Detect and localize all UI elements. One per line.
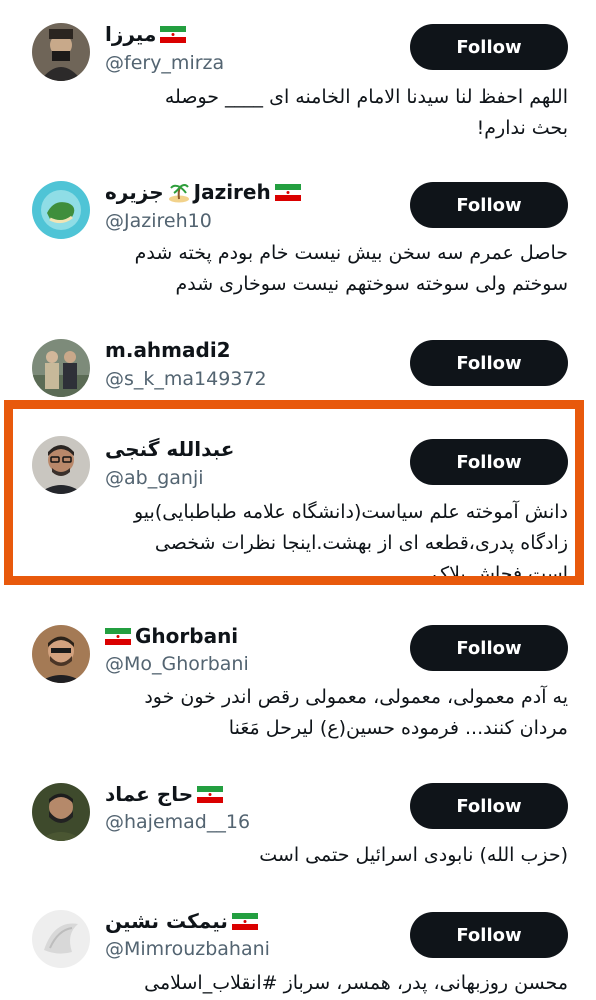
user-name[interactable]: Ghorbani — [105, 624, 238, 648]
avatar[interactable] — [32, 339, 90, 397]
avatar[interactable] — [32, 23, 90, 81]
user-cell[interactable]: عبدالله گنجی @ab_ganji Follow دانش آموخت… — [0, 409, 596, 576]
user-bio: محسن روزبهانی، پدر، همسر، سرباز #انقلاب_… — [144, 972, 568, 994]
user-name[interactable]: m.ahmadi2 — [105, 338, 231, 362]
avatar[interactable] — [32, 910, 90, 968]
user-bio: (حزب الله) نابودی اسرائیل حتمی است — [259, 844, 568, 866]
user-name-text: نیمکت نشین — [105, 909, 228, 933]
user-name[interactable]: نیمکت نشین — [105, 909, 258, 933]
follow-button[interactable]: Follow — [410, 340, 568, 386]
user-handle: @fery_mirza — [105, 52, 225, 74]
avatar[interactable] — [32, 436, 90, 494]
user-handle: @hajemad__16 — [105, 811, 251, 833]
user-bio: دانش آموخته علم سیاست(دانشگاه علامه طباط… — [133, 501, 568, 576]
user-cell[interactable]: جزیره Jazireh @Jazireh10 Follow حاصل عمر… — [0, 170, 596, 330]
user-name-text: حاج عماد — [105, 782, 194, 806]
user-name-text: میرزا — [105, 22, 157, 46]
highlighted-user-area: عبدالله گنجی @ab_ganji Follow دانش آموخت… — [0, 409, 596, 576]
user-handle: @s_k_ma149372 — [105, 368, 267, 390]
iran-flag-icon — [274, 183, 301, 201]
user-name-text: Jazireh — [193, 180, 271, 204]
follow-button[interactable]: Follow — [410, 912, 568, 958]
island-icon — [168, 181, 190, 203]
avatar[interactable] — [32, 625, 90, 683]
follow-button[interactable]: Follow — [410, 439, 568, 485]
user-bio: یه آدم معمولی، معمولی، معمولی رقص اندر خ… — [144, 686, 568, 739]
user-handle: @ab_ganji — [105, 467, 204, 489]
avatar[interactable] — [32, 783, 90, 841]
user-name[interactable]: جزیره Jazireh — [105, 180, 301, 204]
iran-flag-icon — [160, 25, 187, 43]
user-handle: @Jazireh10 — [105, 210, 212, 232]
user-handle: @Mo_Ghorbani — [105, 653, 249, 675]
iran-flag-icon — [197, 785, 224, 803]
follow-button[interactable]: Follow — [410, 783, 568, 829]
user-name-text: m.ahmadi2 — [105, 338, 231, 362]
user-cell[interactable]: نیمکت نشین @Mimrouzbahani Follow محسن رو… — [0, 902, 596, 1000]
user-cell[interactable]: حاج عماد @hajemad__16 Follow (حزب الله) … — [0, 773, 596, 893]
user-cell[interactable]: m.ahmadi2 @s_k_ma149372 Follow — [0, 330, 596, 405]
user-name-text: عبدالله گنجی — [105, 437, 235, 461]
follow-button[interactable]: Follow — [410, 24, 568, 70]
user-name-alt: جزیره — [105, 180, 164, 204]
user-name[interactable]: عبدالله گنجی — [105, 437, 234, 461]
user-bio: حاصل عمرم سه سخن بیش نیست خام بودم پخته … — [134, 242, 568, 295]
follow-button[interactable]: Follow — [410, 625, 568, 671]
user-handle: @Mimrouzbahani — [105, 938, 270, 960]
user-name[interactable]: حاج عماد — [105, 782, 224, 806]
avatar[interactable] — [32, 181, 90, 239]
user-cell[interactable]: میرزا @fery_mirza Follow اللهم احفظ لنا … — [0, 0, 596, 170]
user-name-text: Ghorbani — [135, 624, 239, 648]
follow-button[interactable]: Follow — [410, 182, 568, 228]
user-cell[interactable]: Ghorbani @Mo_Ghorbani Follow یه آدم معمو… — [0, 615, 596, 765]
iran-flag-icon — [105, 627, 131, 645]
user-name[interactable]: میرزا — [105, 22, 187, 46]
iran-flag-icon — [231, 912, 258, 930]
user-bio: اللهم احفظ لنا سیدنا الامام الخامنه ای _… — [164, 86, 568, 139]
